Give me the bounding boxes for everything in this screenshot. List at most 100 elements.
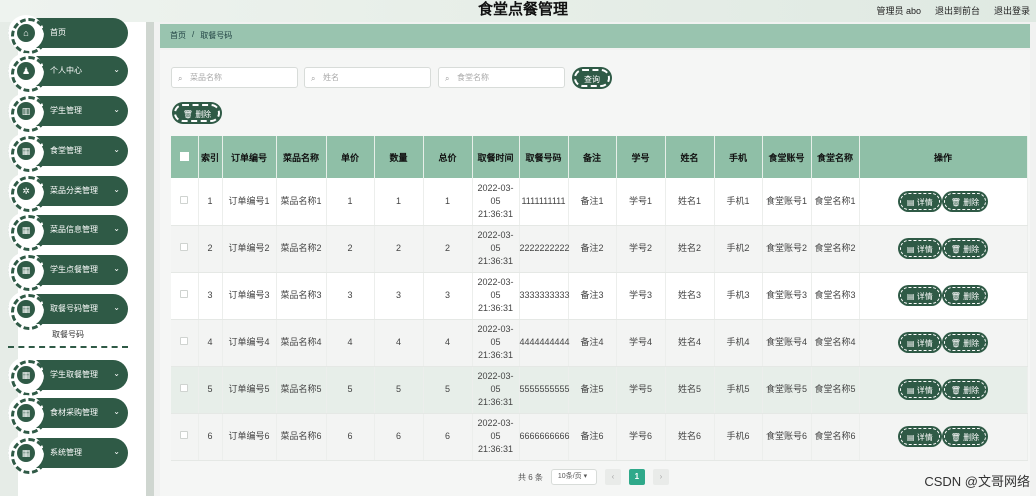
cell-acct: 食堂账号5: [762, 366, 812, 414]
row-select-cell[interactable]: [171, 319, 199, 367]
actions-cell: ▤ 详情 🗑 删除: [859, 225, 1028, 273]
actions-cell: ▤ 详情 🗑 删除: [859, 319, 1028, 367]
bulk-delete-button[interactable]: 🗑 删除: [174, 104, 220, 122]
breadcrumb-home[interactable]: 首页: [170, 30, 186, 41]
row-checkbox[interactable]: [180, 243, 189, 251]
cell-note: 备注2: [568, 225, 617, 273]
cell-price: 1: [326, 178, 375, 226]
delete-button[interactable]: 🗑 删除: [943, 334, 987, 351]
cell-code: 1111111111: [519, 178, 569, 226]
dish-name-search-input[interactable]: ⌕ 菜品名称: [171, 67, 298, 88]
cell-qty: 2: [374, 225, 424, 273]
row-checkbox[interactable]: [180, 290, 189, 298]
sidebar-item[interactable]: ✲ 菜品分类管理 ⌄: [8, 173, 128, 212]
row-checkbox[interactable]: [180, 384, 189, 392]
sidebar-item[interactable]: ▦ 系统管理 ⌄: [8, 435, 128, 474]
column-header: 学号: [616, 136, 666, 178]
table-row[interactable]: 5 订单编号5 菜品名称5 5 5 5 2022-03-05 21:36:31 5555555…: [171, 366, 1028, 414]
column-header: 菜品名称: [276, 136, 327, 178]
dish-name-placeholder: 菜品名称: [190, 73, 222, 82]
detail-button[interactable]: ▤ 详情: [899, 287, 940, 304]
detail-label: 详情: [916, 433, 933, 442]
trash-icon: 🗑: [950, 197, 961, 207]
sidebar-item[interactable]: ▦ 菜品信息管理 ⌄: [8, 212, 128, 251]
back-to-front-link[interactable]: 退出到前台: [935, 4, 980, 17]
actions-cell: ▤ 详情 🗑 删除: [859, 366, 1028, 414]
select-all-cell[interactable]: [171, 136, 199, 178]
sidebar-item[interactable]: ♟ 个人中心 ⌄: [8, 53, 128, 92]
sidebar-item[interactable]: ▥ 学生管理 ⌄: [8, 93, 128, 132]
sidebar-item-label: 首页: [50, 28, 66, 37]
cell-acct: 食堂账号2: [762, 225, 812, 273]
detail-button[interactable]: ▤ 详情: [899, 240, 940, 257]
row-select-cell[interactable]: [171, 272, 199, 320]
gear-icon: ✲: [17, 182, 35, 200]
pickup-code-table: 索引 订单编号 菜品名称 单价 数量 总价 取餐时间 取餐号码 备注 学号 姓名 手机 食堂账号 食堂名称…: [171, 136, 1028, 461]
trash-icon: 🗑: [950, 339, 961, 348]
cell-name: 姓名2: [665, 225, 715, 273]
delete-button[interactable]: 🗑 删除: [943, 428, 987, 445]
cell-canteen: 食堂名称6: [811, 413, 860, 461]
delete-label: 删除: [963, 386, 980, 395]
actions-cell: ▤ 详情 🗑 删除: [859, 272, 1028, 320]
row-checkbox[interactable]: [180, 431, 189, 439]
table-header-row: 索引 订单编号 菜品名称 单价 数量 总价 取餐时间 取餐号码 备注 学号 姓名 手机 食堂账号 食堂名称…: [171, 136, 1028, 178]
cell-price: 2: [326, 225, 375, 273]
detail-label: 详情: [916, 245, 933, 254]
row-select-cell[interactable]: [171, 413, 199, 461]
cell-name: 姓名3: [665, 272, 715, 320]
cell-idx: 3: [198, 272, 223, 320]
select-all-checkbox[interactable]: [179, 151, 189, 161]
row-select-cell[interactable]: [171, 225, 199, 273]
table-row[interactable]: 2 订单编号2 菜品名称2 2 2 2 2022-03-05 21:36:31 2222222…: [171, 225, 1028, 273]
next-page-button[interactable]: ›: [652, 469, 669, 485]
page-size-select[interactable]: 10条/页 ▾: [550, 469, 597, 485]
sidebar-item-label: 学生管理: [50, 106, 82, 115]
row-checkbox[interactable]: [180, 195, 189, 204]
file-icon: ▤: [906, 292, 915, 301]
chevron-down-icon: ⌄: [113, 264, 120, 273]
cell-price: 4: [326, 319, 375, 367]
detail-button[interactable]: ▤ 详情: [899, 428, 940, 445]
delete-button[interactable]: 🗑 删除: [943, 287, 987, 304]
delete-button[interactable]: 🗑 删除: [943, 240, 987, 257]
breadcrumb-current: 取餐号码: [200, 31, 233, 40]
sidebar-item[interactable]: ▦ 学生取餐管理 ⌄: [8, 357, 128, 396]
sidebar-item[interactable]: ⌂ 首页: [8, 15, 128, 54]
detail-button[interactable]: ▤ 详情: [899, 381, 940, 398]
cell-canteen: 食堂名称4: [811, 319, 860, 367]
cell-code: 5555555555: [519, 366, 570, 414]
app-title: 食堂点餐管理: [478, 1, 569, 18]
cell-total: 3: [423, 272, 473, 320]
delete-button[interactable]: 🗑 删除: [943, 192, 987, 210]
row-checkbox[interactable]: [180, 337, 189, 345]
query-button[interactable]: 查询: [574, 69, 610, 87]
sidebar-item[interactable]: ▦ 食堂管理 ⌄: [8, 133, 128, 172]
detail-button[interactable]: ▤ 详情: [899, 192, 940, 210]
gear-badge-icon: ♟: [8, 53, 47, 92]
sidebar-item[interactable]: ▦ 食材采购管理 ⌄: [8, 395, 128, 434]
canteen-name-search-input[interactable]: ⌕ 食堂名称: [438, 67, 565, 88]
page-1-button[interactable]: 1: [628, 469, 645, 485]
detail-button[interactable]: ▤ 详情: [899, 334, 940, 351]
table-row[interactable]: 6 订单编号6 菜品名称6 6 6 6 2022-03-05 21:36:31 6666666…: [171, 413, 1028, 461]
cell-phone: 手机1: [714, 178, 763, 226]
sidebar-item[interactable]: ▦ 学生点餐管理 ⌄: [8, 252, 128, 291]
sidebar-item[interactable]: ▦ 取餐号码管理 ⌄: [8, 291, 128, 330]
logout-link[interactable]: 退出登录: [994, 4, 1030, 17]
table-row[interactable]: 3 订单编号3 菜品名称3 3 3 3 2022-03-05 21:36:31 3333333…: [171, 272, 1028, 320]
table-row[interactable]: 1 订单编号1 菜品名称1 1 1 1 2022-03-05 21:36:31 1111111…: [171, 178, 1028, 226]
sidebar-subitem-pickup-code[interactable]: 取餐号码: [8, 326, 128, 346]
name-search-input[interactable]: ⌕ 姓名: [304, 67, 431, 88]
delete-button[interactable]: 🗑 删除: [943, 381, 987, 398]
table-row[interactable]: 4 订单编号4 菜品名称4 4 4 4 2022-03-05 21:36:31 4444444…: [171, 319, 1028, 367]
row-select-cell[interactable]: [171, 178, 199, 226]
chevron-down-icon: ⌄: [113, 65, 120, 74]
top-links: 管理员 abo 退出到前台 退出登录: [876, 4, 1030, 17]
column-header: 总价: [423, 136, 473, 178]
row-select-cell[interactable]: [171, 366, 199, 414]
cell-phone: 手机4: [714, 319, 763, 367]
prev-page-button[interactable]: ‹: [604, 469, 621, 485]
delete-label: 删除: [963, 197, 980, 207]
cell-time: 2022-03-05 21:36:31: [472, 413, 520, 461]
